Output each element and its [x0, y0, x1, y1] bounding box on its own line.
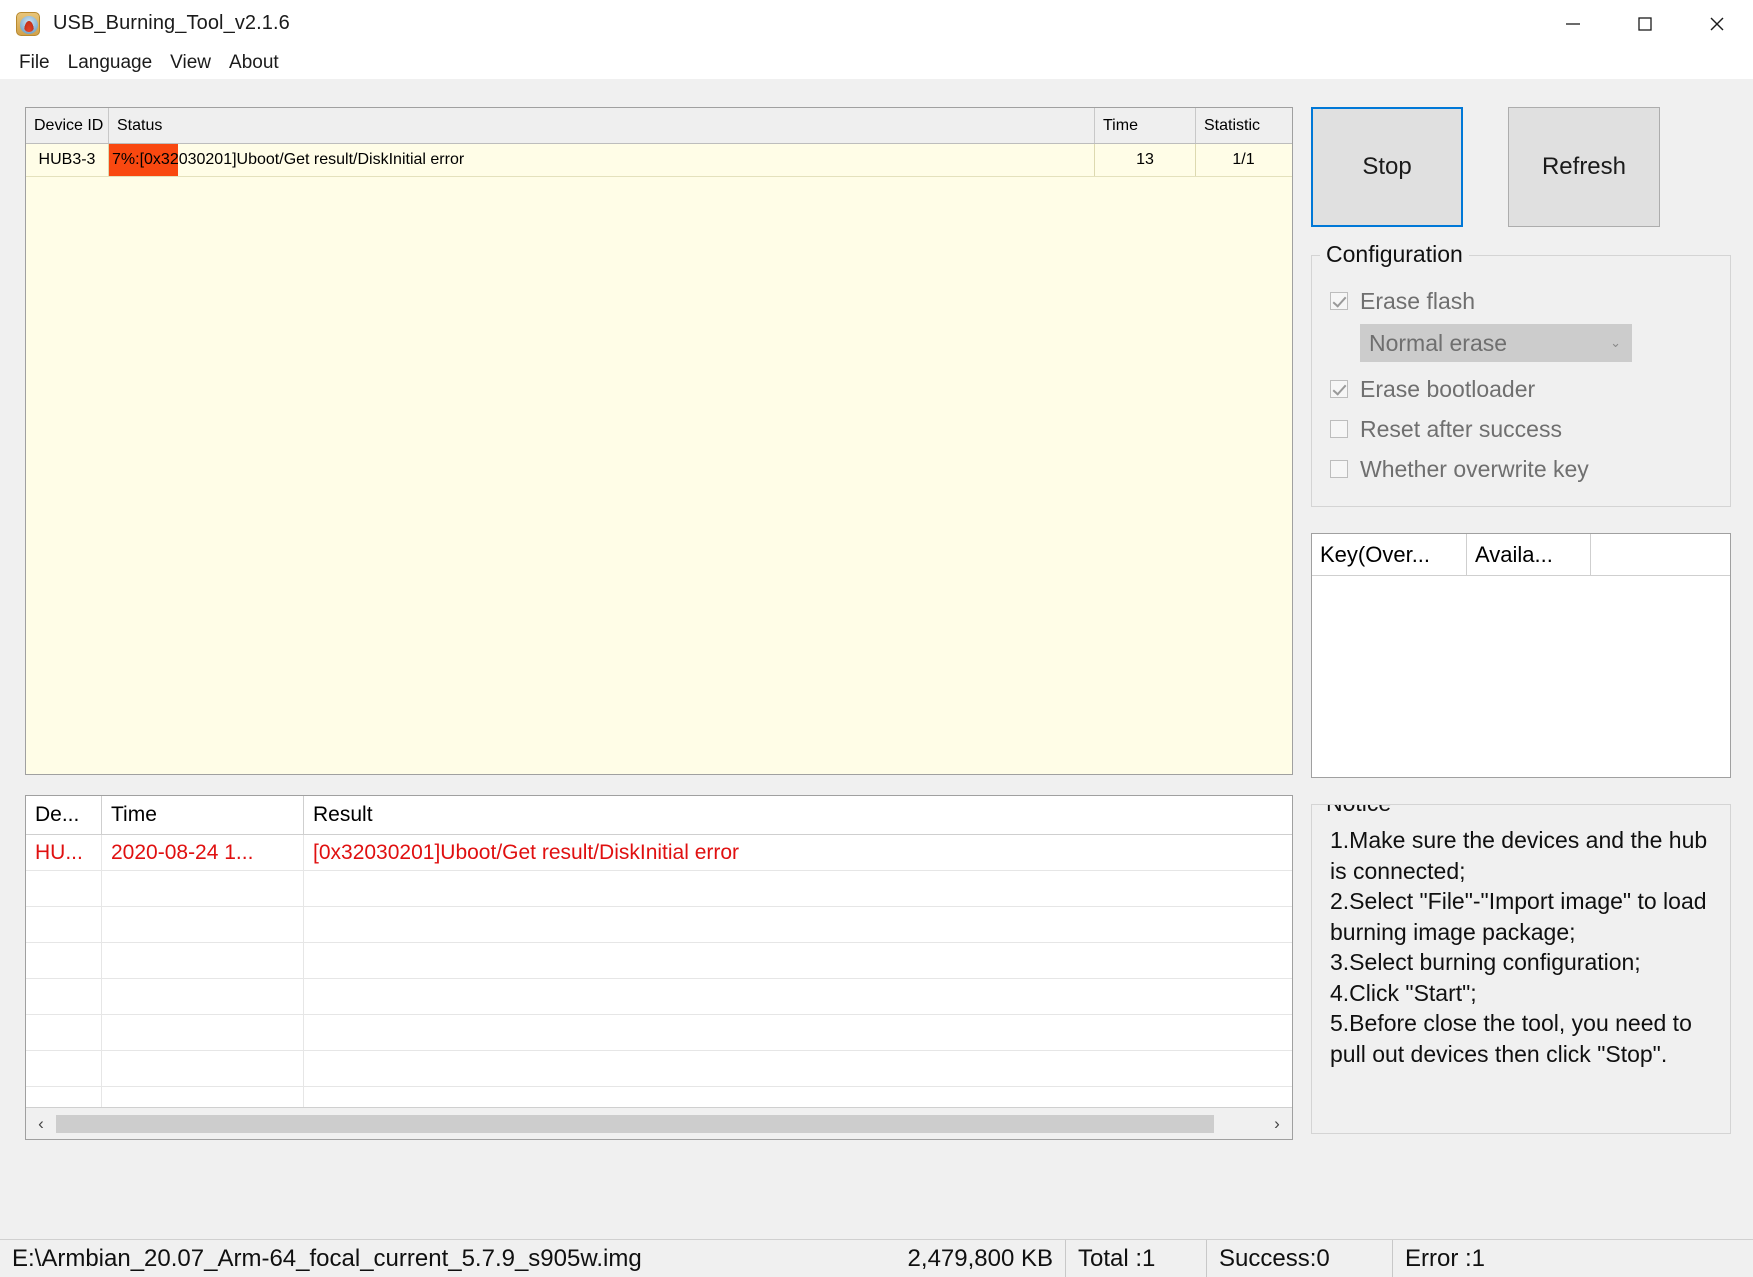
checkbox-reset-after-success[interactable]: Reset after success — [1330, 412, 1716, 446]
log-list-panel: De... Time Result HU... 2020-08-24 1... … — [25, 795, 1293, 1140]
table-row[interactable] — [26, 871, 1292, 907]
device-column-device-id[interactable]: Device ID — [26, 108, 109, 143]
checkbox-erase-bootloader[interactable]: Erase bootloader — [1330, 372, 1716, 406]
burn-progress-label: 7%:[0x32030201]Uboot/Get result/DiskInit… — [109, 151, 464, 169]
checkbox-label: Erase flash — [1360, 288, 1475, 315]
log-time-cell: 2020-08-24 1... — [102, 835, 304, 870]
checkbox-icon[interactable] — [1330, 420, 1348, 438]
device-id-cell: HUB3-3 — [26, 144, 109, 176]
menu-item-file[interactable]: File — [10, 50, 59, 76]
key-column-key-overwrite[interactable]: Key(Over... — [1312, 534, 1467, 575]
configuration-group: Configuration Erase flash Normal erase ⌄… — [1311, 255, 1731, 507]
checkbox-icon[interactable] — [1330, 292, 1348, 310]
chevron-down-icon: ⌄ — [1610, 335, 1621, 351]
configuration-title: Configuration — [1320, 241, 1469, 268]
scrollbar-track[interactable] — [56, 1109, 1262, 1139]
log-column-result[interactable]: Result — [304, 796, 1290, 834]
key-table-panel: Key(Over... Availa... — [1311, 533, 1731, 778]
menu-bar: File Language View About — [0, 47, 1753, 79]
key-table-body — [1312, 576, 1730, 777]
key-column-available[interactable]: Availa... — [1467, 534, 1591, 575]
key-table-header: Key(Over... Availa... — [1312, 534, 1730, 576]
menu-item-view[interactable]: View — [161, 50, 220, 76]
log-device-cell: HU... — [26, 835, 102, 870]
log-result-cell: [0x32030201]Uboot/Get result/DiskInitial… — [304, 835, 1290, 870]
checkbox-icon[interactable] — [1330, 460, 1348, 478]
refresh-button[interactable]: Refresh — [1508, 107, 1660, 227]
device-column-statistic[interactable]: Statistic — [1196, 108, 1291, 143]
scrollbar-thumb[interactable] — [56, 1115, 1214, 1133]
menu-item-about[interactable]: About — [220, 50, 288, 76]
log-column-time[interactable]: Time — [102, 796, 304, 834]
checkbox-label: Reset after success — [1360, 416, 1562, 443]
device-table-header: Device ID Status Time Statistic — [26, 108, 1292, 144]
status-success-count: Success:0 — [1207, 1240, 1392, 1277]
scroll-right-icon[interactable]: › — [1262, 1109, 1292, 1139]
checkbox-whether-overwrite-key[interactable]: Whether overwrite key — [1330, 452, 1716, 486]
window-title: USB_Burning_Tool_v2.1.6 — [53, 12, 290, 35]
checkbox-erase-flash[interactable]: Erase flash — [1330, 284, 1716, 318]
table-row[interactable]: HUB3-3 7%:[0x32030201]Uboot/Get result/D… — [26, 144, 1292, 177]
menu-item-language[interactable]: Language — [59, 50, 162, 76]
table-row[interactable] — [26, 943, 1292, 979]
window-controls — [1537, 0, 1753, 47]
burn-progress-bar: 7%:[0x32030201]Uboot/Get result/DiskInit… — [109, 144, 1094, 176]
table-row[interactable] — [26, 907, 1292, 943]
scroll-left-icon[interactable]: ‹ — [26, 1109, 56, 1139]
erase-mode-value: Normal erase — [1369, 330, 1507, 357]
minimize-button[interactable] — [1537, 0, 1609, 47]
device-time-cell: 13 — [1095, 144, 1196, 176]
status-error-count: Error :1 — [1393, 1240, 1573, 1277]
device-list-panel: Device ID Status Time Statistic HUB3-3 7… — [25, 107, 1293, 775]
title-bar: USB_Burning_Tool_v2.1.6 — [0, 0, 1753, 47]
device-column-status[interactable]: Status — [109, 108, 1095, 143]
erase-mode-dropdown[interactable]: Normal erase ⌄ — [1360, 324, 1632, 362]
table-row[interactable] — [26, 1051, 1292, 1087]
maximize-button[interactable] — [1609, 0, 1681, 47]
checkbox-icon[interactable] — [1330, 380, 1348, 398]
table-row[interactable] — [26, 979, 1292, 1015]
notice-body: 1.Make sure the devices and the hub is c… — [1322, 825, 1720, 1069]
status-bar: E:\Armbian_20.07_Arm-64_focal_current_5.… — [0, 1239, 1753, 1277]
right-panel: Stop Refresh Configuration Erase flash N… — [1311, 107, 1731, 1134]
log-table-body: HU... 2020-08-24 1... [0x32030201]Uboot/… — [26, 835, 1292, 1107]
notice-title: Notice — [1320, 804, 1397, 817]
key-column-blank[interactable] — [1591, 534, 1730, 575]
device-status-cell: 7%:[0x32030201]Uboot/Get result/DiskInit… — [109, 144, 1095, 176]
device-column-time[interactable]: Time — [1095, 108, 1196, 143]
status-total-count: Total :1 — [1066, 1240, 1206, 1277]
app-flame-icon — [16, 12, 40, 36]
close-button[interactable] — [1681, 0, 1753, 47]
device-statistic-cell: 1/1 — [1196, 144, 1291, 176]
log-column-device[interactable]: De... — [26, 796, 102, 834]
status-image-path: E:\Armbian_20.07_Arm-64_focal_current_5.… — [0, 1240, 880, 1277]
checkbox-label: Erase bootloader — [1360, 376, 1535, 403]
application-window: USB_Burning_Tool_v2.1.6 File Language Vi… — [0, 0, 1753, 1277]
log-table-header: De... Time Result — [26, 796, 1292, 835]
status-image-size: 2,479,800 KB — [880, 1240, 1065, 1277]
table-row[interactable] — [26, 1015, 1292, 1051]
table-row[interactable]: HU... 2020-08-24 1... [0x32030201]Uboot/… — [26, 835, 1292, 871]
log-horizontal-scrollbar[interactable]: ‹ › — [26, 1107, 1292, 1139]
main-content: Device ID Status Time Statistic HUB3-3 7… — [0, 79, 1753, 1239]
checkbox-label: Whether overwrite key — [1360, 456, 1589, 483]
table-row[interactable] — [26, 1087, 1292, 1107]
action-buttons: Stop Refresh — [1311, 107, 1731, 227]
stop-button[interactable]: Stop — [1311, 107, 1463, 227]
notice-group: Notice 1.Make sure the devices and the h… — [1311, 804, 1731, 1134]
